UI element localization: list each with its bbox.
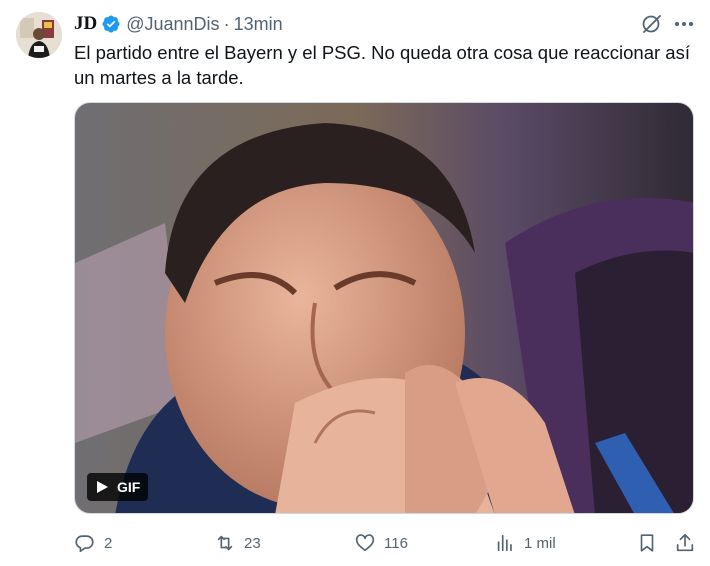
tweet-header: JD @JuannDis · 13min: [74, 12, 283, 36]
author-handle[interactable]: @JuannDis: [126, 14, 219, 35]
tweet[interactable]: JD @JuannDis · 13min El partido entre el…: [0, 0, 710, 566]
reply-icon: [75, 535, 94, 553]
like-icon: [355, 534, 375, 552]
repost-icon: [217, 535, 233, 551]
repost-count: 23: [244, 534, 261, 552]
share-icon: [676, 533, 694, 552]
gif-badge: GIF: [87, 473, 149, 501]
reply-count: 2: [104, 534, 113, 552]
reply-button[interactable]: 2: [74, 530, 112, 556]
separator-dot: ·: [223, 13, 230, 34]
like-count: 116: [384, 534, 408, 552]
tweet-media-gif[interactable]: GIF: [74, 102, 694, 514]
repost-button[interactable]: 23: [214, 530, 261, 556]
verified-badge-icon: [102, 15, 120, 33]
play-icon[interactable]: [95, 480, 109, 494]
bookmark-icon: [640, 534, 654, 552]
grok-icon[interactable]: [640, 12, 664, 36]
timestamp[interactable]: 13min: [234, 14, 283, 35]
gif-label: GIF: [117, 479, 141, 495]
avatar[interactable]: [16, 12, 62, 58]
avatar-image: [16, 12, 62, 58]
gif-frame: [75, 103, 693, 513]
tweet-text: El partido entre el Bayern y el PSG. No …: [74, 42, 690, 88]
bookmark-button[interactable]: [636, 530, 658, 556]
author-name[interactable]: JD: [74, 13, 97, 35]
share-button[interactable]: [674, 530, 696, 556]
more-icon[interactable]: [672, 12, 696, 36]
views-button[interactable]: 1 mil: [494, 530, 556, 556]
views-count: 1 mil: [524, 534, 556, 552]
views-icon: [497, 534, 512, 552]
like-button[interactable]: 116: [354, 530, 408, 556]
action-bar: 2 23 116 1 mil: [66, 530, 702, 556]
